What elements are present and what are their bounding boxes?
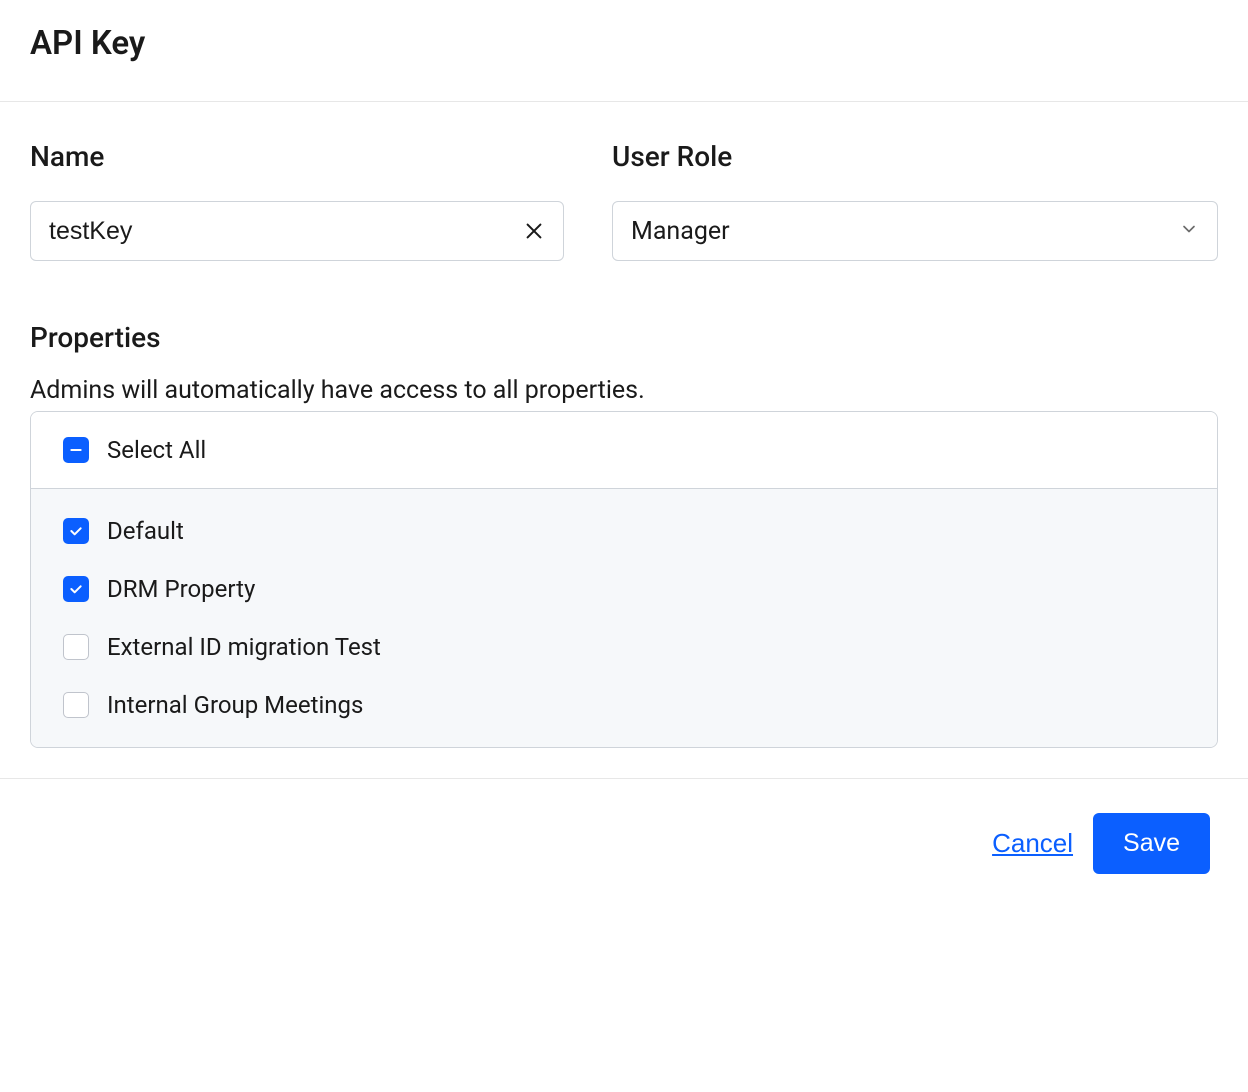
property-label: External ID migration Test <box>107 633 381 661</box>
dialog-header: API Key <box>0 0 1248 102</box>
property-checkbox-drm-property[interactable] <box>63 576 89 602</box>
property-label: Default <box>107 517 184 545</box>
properties-list: Default DRM Property External ID migrati… <box>31 489 1217 747</box>
page-title: API Key <box>30 18 1218 63</box>
user-role-label: User Role <box>612 140 1218 173</box>
user-role-selected-value: Manager <box>631 217 730 246</box>
name-column: Name <box>30 140 564 261</box>
properties-heading: Properties <box>30 321 1218 354</box>
property-row: Internal Group Meetings <box>63 691 1185 719</box>
properties-note: Admins will automatically have access to… <box>30 376 1218 405</box>
dialog-footer: Cancel Save <box>0 778 1248 914</box>
name-input-wrap <box>30 201 564 261</box>
property-label: Internal Group Meetings <box>107 691 363 719</box>
select-all-label: Select All <box>107 436 206 464</box>
dialog-body: Name User Role Manager <box>0 102 1248 778</box>
property-checkbox-internal-group-meetings[interactable] <box>63 692 89 718</box>
name-input[interactable] <box>49 217 523 246</box>
user-role-select[interactable]: Manager <box>612 201 1218 261</box>
property-checkbox-default[interactable] <box>63 518 89 544</box>
property-row: External ID migration Test <box>63 633 1185 661</box>
properties-box: Select All Default DRM Property <box>30 411 1218 748</box>
form-row-top: Name User Role Manager <box>30 140 1218 261</box>
property-checkbox-external-id-migration-test[interactable] <box>63 634 89 660</box>
cancel-button[interactable]: Cancel <box>992 828 1073 859</box>
user-role-column: User Role Manager <box>612 140 1218 261</box>
select-all-row: Select All <box>31 412 1217 489</box>
name-label: Name <box>30 140 564 173</box>
clear-icon[interactable] <box>523 220 545 242</box>
save-button[interactable]: Save <box>1093 813 1210 874</box>
property-label: DRM Property <box>107 575 255 603</box>
property-row: DRM Property <box>63 575 1185 603</box>
chevron-down-icon <box>1179 217 1199 246</box>
property-row: Default <box>63 517 1185 545</box>
select-all-checkbox[interactable] <box>63 437 89 463</box>
